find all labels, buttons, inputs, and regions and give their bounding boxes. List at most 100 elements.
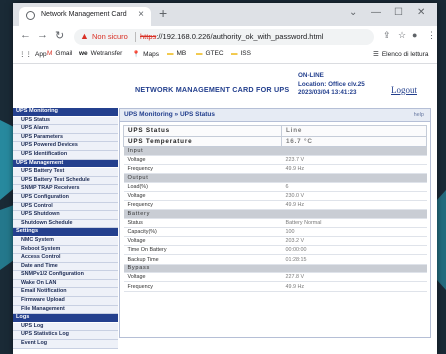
- reload-button[interactable]: ↻: [55, 29, 64, 42]
- ups-info: ON-LINE Location: Office clv.25 2023/03/…: [298, 72, 365, 98]
- url-text[interactable]: https://192.168.0.226/authority_ok_with_…: [140, 32, 323, 41]
- wetransfer-icon: we: [79, 50, 88, 57]
- bookmarks-bar: ⋮⋮ App M Gmail we Wetransfer 📍 Maps ▬ MB ▬ GTE…: [13, 48, 437, 64]
- warning-icon: ▲: [80, 31, 89, 41]
- row-value: 100: [281, 227, 427, 238]
- sidebar-item-ups-alarm[interactable]: UPS Alarm: [13, 125, 118, 134]
- row-value: 49.9 Hz: [281, 164, 427, 174]
- sidebar-item-access-control[interactable]: Access Control: [13, 254, 118, 263]
- security-indicator[interactable]: Non sicuro: [92, 32, 128, 41]
- sidebar-section-settings: Settings: [13, 228, 118, 237]
- bookmark-iss[interactable]: ▬ ISS: [231, 50, 251, 57]
- row-value: 49.9 Hz: [281, 281, 427, 292]
- table-row: Status Battery Normal: [123, 218, 427, 228]
- sidebar-item-ups-identification[interactable]: UPS Identification: [13, 150, 118, 160]
- sidebar-item-ups-battery-test[interactable]: UPS Battery Test: [13, 168, 118, 177]
- browser-window: Network Management Card × + ⌄ — ☐ ✕ ← → …: [13, 3, 437, 354]
- sidebar-item-shutdown-schedule[interactable]: Shutdown Schedule: [13, 219, 118, 229]
- omnibox-divider: [135, 32, 136, 42]
- back-button[interactable]: ←: [20, 29, 31, 41]
- folder-icon: ▬: [196, 50, 203, 57]
- sidebar-item-ups-powered-devices[interactable]: UPS Powered Devices: [13, 142, 118, 151]
- row-label: Voltage: [123, 272, 282, 283]
- sidebar-item-nmc-system[interactable]: NMC System: [13, 236, 118, 246]
- bookmark-label: GTEC: [205, 50, 224, 57]
- bookmark-mb[interactable]: ▬ MB: [167, 50, 186, 57]
- sidebar-item-reboot-system[interactable]: Reboot System: [13, 245, 118, 255]
- close-tab-icon[interactable]: ×: [138, 9, 144, 20]
- table-row: Frequency 49.9 Hz: [123, 281, 427, 292]
- tab-title: Network Management Card: [41, 11, 127, 18]
- table-row: Frequency 49.9 Hz: [123, 200, 427, 211]
- sidebar-menu: UPS Monitoring UPS Status UPS Alarm UPS Par…: [13, 108, 118, 354]
- sidebar-item-snmp-trap-receivers[interactable]: SNMP TRAP Receivers: [13, 185, 118, 194]
- table-row: Voltage 230.0 V: [123, 191, 427, 201]
- section-label: Battery: [123, 209, 427, 219]
- omnibox[interactable]: ▲ Non sicuro https://192.168.0.226/autho…: [74, 29, 374, 45]
- row-label: Voltage: [123, 191, 282, 201]
- table-row: Voltage 227.8 V: [123, 272, 427, 283]
- sidebar-item-ups-log[interactable]: UPS Log: [13, 322, 118, 332]
- datetime-text: 2023/03/04 13:41:23: [298, 89, 357, 96]
- location-text: Location: Office clv.25: [298, 80, 365, 88]
- share-icon[interactable]: ⇪: [383, 30, 391, 41]
- bookmark-gtec[interactable]: ▬ GTEC: [196, 50, 224, 57]
- url-path: ://192.168.0.226/authority_ok_with_passw…: [156, 32, 324, 41]
- section-row: Bypass: [123, 264, 427, 274]
- row-value: 223.7 V: [281, 155, 427, 165]
- bookmark-wetransfer[interactable]: we Wetransfer: [79, 50, 122, 57]
- apps-icon: ⋮⋮: [19, 51, 32, 58]
- close-window-button[interactable]: ✕: [417, 7, 425, 18]
- row-value: 49.9 Hz: [281, 200, 427, 211]
- sidebar-item-ups-status[interactable]: UPS Status: [13, 116, 118, 126]
- profile-icon[interactable]: ●: [412, 30, 417, 40]
- table-row: Voltage 223.7 V: [123, 155, 427, 165]
- sidebar-item-ups-parameters[interactable]: UPS Parameters: [13, 133, 118, 143]
- url-protocol: https: [140, 32, 157, 41]
- page-content: NETWORK MANAGEMENT CARD FOR UPS ON-LINE …: [13, 64, 437, 354]
- sidebar-item-firmware-upload[interactable]: Firmware Upload: [13, 297, 118, 306]
- folder-icon: ▬: [167, 50, 174, 57]
- table-row: Time On Battery 00:00:00: [123, 245, 427, 256]
- sidebar-item-wake-on-lan[interactable]: Wake On LAN: [13, 279, 118, 289]
- row-label: Load(%): [123, 182, 282, 192]
- maximize-button[interactable]: ☐: [394, 7, 403, 18]
- sidebar-item-file-management[interactable]: File Management: [13, 305, 118, 315]
- reading-list[interactable]: ☰ Elenco di lettura: [373, 50, 428, 58]
- row-label: Frequency: [123, 164, 282, 174]
- bookmark-app[interactable]: ⋮⋮ App: [19, 50, 47, 58]
- sidebar-item-ups-control[interactable]: UPS Control: [13, 202, 118, 212]
- tab-network-management-card[interactable]: Network Management Card ×: [19, 7, 151, 26]
- logout-link[interactable]: Logout: [391, 85, 417, 95]
- breadcrumb: UPS Monitoring » UPS Status: [124, 111, 216, 118]
- sidebar-item-date-and-time[interactable]: Date and Time: [13, 262, 118, 272]
- reading-list-label: Elenco di lettura: [381, 51, 429, 58]
- sidebar-section-ups-monitoring: UPS Monitoring: [13, 108, 118, 117]
- sidebar-item-event-log[interactable]: Event Log: [13, 340, 118, 349]
- section-row: Output: [123, 173, 427, 183]
- row-value: Battery Normal: [281, 218, 427, 228]
- row-value: 6: [281, 182, 427, 192]
- row-label: UPS Temperature: [123, 135, 282, 147]
- sidebar-item-snmpv1-2-configuration[interactable]: SNMPv1/2 Configuration: [13, 271, 118, 280]
- new-tab-button[interactable]: +: [159, 5, 167, 21]
- row-label: Capacity(%): [123, 227, 282, 238]
- forward-button[interactable]: →: [37, 29, 48, 41]
- bookmark-maps[interactable]: 📍 Maps: [132, 50, 159, 58]
- sidebar-item-email-notification[interactable]: Email Notification: [13, 288, 118, 298]
- sidebar-item-ups-battery-test-schedule[interactable]: UPS Battery Test Schedule: [13, 176, 118, 186]
- row-label: UPS Status: [123, 125, 282, 137]
- table-row: Backup Time 01:28:15: [123, 254, 427, 265]
- menu-icon[interactable]: ⋮: [427, 30, 436, 41]
- minimize-button[interactable]: —: [371, 7, 381, 18]
- row-value: 00:00:00: [281, 245, 427, 256]
- sidebar-item-ups-configuration[interactable]: UPS Configuration: [13, 193, 118, 203]
- address-bar: ← → ↻ ▲ Non sicuro https://192.168.0.226…: [13, 26, 437, 48]
- chevron-down-icon[interactable]: ⌄: [349, 7, 357, 18]
- star-icon[interactable]: ☆: [398, 30, 406, 41]
- help-link[interactable]: help: [414, 112, 424, 118]
- sidebar-item-ups-statistics-log[interactable]: UPS Statistics Log: [13, 331, 118, 341]
- bookmark-gmail[interactable]: M Gmail: [47, 50, 72, 57]
- table-row: Frequency 49.9 Hz: [123, 164, 427, 174]
- sidebar-item-ups-shutdown[interactable]: UPS Shutdown: [13, 211, 118, 220]
